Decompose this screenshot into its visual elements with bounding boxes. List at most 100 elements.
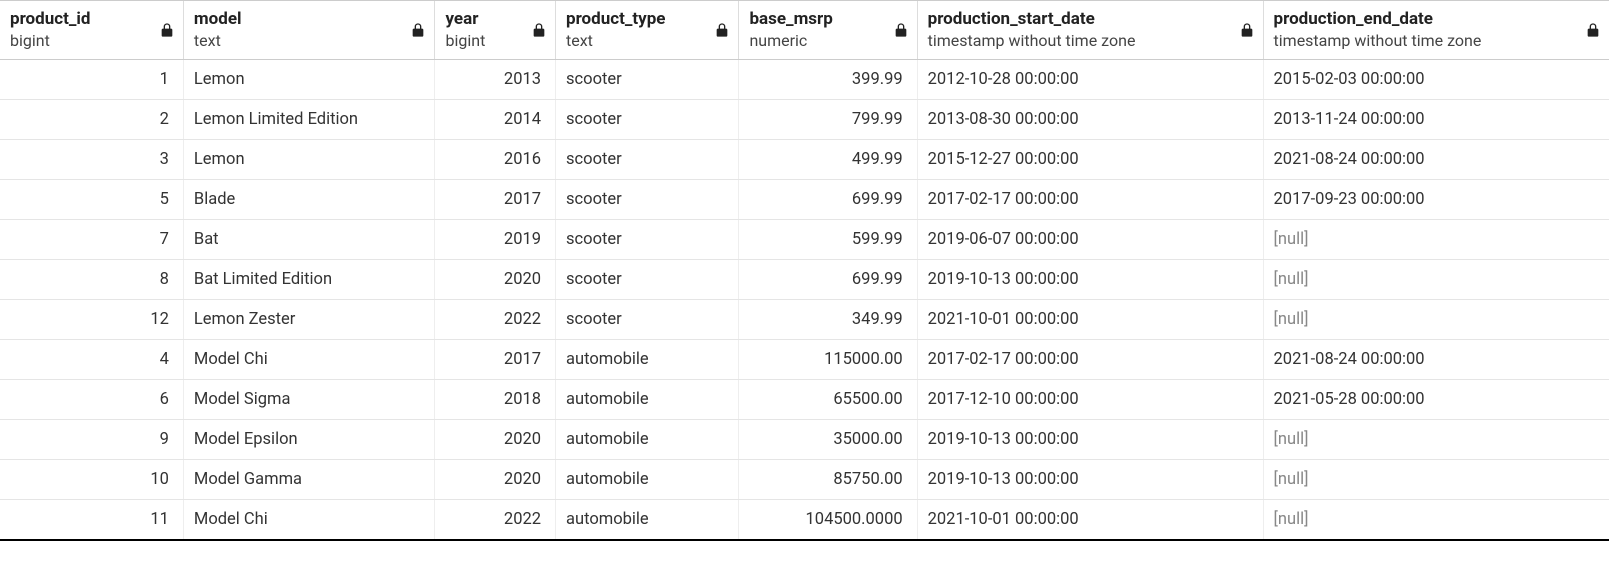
- cell-production_end_date[interactable]: 2013-11-24 00:00:00: [1263, 99, 1609, 139]
- cell-production_start_date[interactable]: 2019-10-13 00:00:00: [917, 419, 1263, 459]
- cell-model[interactable]: Blade: [183, 179, 435, 219]
- table-row[interactable]: 3Lemon2016scooter499.992015-12-27 00:00:…: [0, 139, 1609, 179]
- column-header-production_start_date[interactable]: production_start_datetimestamp without t…: [917, 1, 1263, 60]
- cell-production_end_date[interactable]: [null]: [1263, 299, 1609, 339]
- column-header-year[interactable]: yearbigint: [435, 1, 556, 60]
- cell-year[interactable]: 2013: [435, 59, 556, 99]
- cell-product_id[interactable]: 8: [0, 259, 183, 299]
- cell-production_end_date[interactable]: 2021-08-24 00:00:00: [1263, 339, 1609, 379]
- cell-product_type[interactable]: scooter: [556, 219, 739, 259]
- table-row[interactable]: 1Lemon2013scooter399.992012-10-28 00:00:…: [0, 59, 1609, 99]
- table-row[interactable]: 4Model Chi2017automobile115000.002017-02…: [0, 339, 1609, 379]
- table-row[interactable]: 2Lemon Limited Edition2014scooter799.992…: [0, 99, 1609, 139]
- cell-base_msrp[interactable]: 799.99: [739, 99, 917, 139]
- cell-base_msrp[interactable]: 499.99: [739, 139, 917, 179]
- cell-product_type[interactable]: scooter: [556, 59, 739, 99]
- cell-model[interactable]: Lemon Zester: [183, 299, 435, 339]
- cell-production_end_date[interactable]: 2021-08-24 00:00:00: [1263, 139, 1609, 179]
- cell-production_start_date[interactable]: 2019-10-13 00:00:00: [917, 259, 1263, 299]
- cell-year[interactable]: 2017: [435, 339, 556, 379]
- cell-production_end_date[interactable]: 2021-05-28 00:00:00: [1263, 379, 1609, 419]
- cell-product_type[interactable]: automobile: [556, 499, 739, 540]
- cell-production_start_date[interactable]: 2017-02-17 00:00:00: [917, 179, 1263, 219]
- cell-production_end_date[interactable]: [null]: [1263, 259, 1609, 299]
- cell-base_msrp[interactable]: 699.99: [739, 259, 917, 299]
- cell-model[interactable]: Model Gamma: [183, 459, 435, 499]
- cell-base_msrp[interactable]: 115000.00: [739, 339, 917, 379]
- table-row[interactable]: 6Model Sigma2018automobile65500.002017-1…: [0, 379, 1609, 419]
- cell-base_msrp[interactable]: 349.99: [739, 299, 917, 339]
- cell-production_start_date[interactable]: 2019-06-07 00:00:00: [917, 219, 1263, 259]
- table-row[interactable]: 10Model Gamma2020automobile85750.002019-…: [0, 459, 1609, 499]
- cell-product_id[interactable]: 12: [0, 299, 183, 339]
- cell-base_msrp[interactable]: 104500.0000: [739, 499, 917, 540]
- cell-model[interactable]: Model Sigma: [183, 379, 435, 419]
- cell-base_msrp[interactable]: 85750.00: [739, 459, 917, 499]
- cell-product_id[interactable]: 3: [0, 139, 183, 179]
- cell-product_id[interactable]: 7: [0, 219, 183, 259]
- cell-year[interactable]: 2019: [435, 219, 556, 259]
- cell-base_msrp[interactable]: 65500.00: [739, 379, 917, 419]
- cell-product_id[interactable]: 11: [0, 499, 183, 540]
- cell-model[interactable]: Lemon: [183, 59, 435, 99]
- cell-product_type[interactable]: scooter: [556, 259, 739, 299]
- cell-model[interactable]: Model Chi: [183, 499, 435, 540]
- cell-production_start_date[interactable]: 2019-10-13 00:00:00: [917, 459, 1263, 499]
- cell-product_type[interactable]: automobile: [556, 459, 739, 499]
- cell-product_type[interactable]: automobile: [556, 339, 739, 379]
- cell-product_type[interactable]: scooter: [556, 99, 739, 139]
- cell-production_end_date[interactable]: 2015-02-03 00:00:00: [1263, 59, 1609, 99]
- table-row[interactable]: 8Bat Limited Edition2020scooter699.99201…: [0, 259, 1609, 299]
- cell-year[interactable]: 2016: [435, 139, 556, 179]
- table-row[interactable]: 11Model Chi2022automobile104500.00002021…: [0, 499, 1609, 540]
- table-row[interactable]: 7Bat2019scooter599.992019-06-07 00:00:00…: [0, 219, 1609, 259]
- cell-product_type[interactable]: scooter: [556, 139, 739, 179]
- cell-production_start_date[interactable]: 2021-10-01 00:00:00: [917, 499, 1263, 540]
- cell-year[interactable]: 2014: [435, 99, 556, 139]
- cell-model[interactable]: Bat: [183, 219, 435, 259]
- cell-year[interactable]: 2017: [435, 179, 556, 219]
- cell-production_start_date[interactable]: 2017-12-10 00:00:00: [917, 379, 1263, 419]
- cell-base_msrp[interactable]: 599.99: [739, 219, 917, 259]
- table-row[interactable]: 9Model Epsilon2020automobile35000.002019…: [0, 419, 1609, 459]
- cell-product_type[interactable]: automobile: [556, 419, 739, 459]
- cell-product_id[interactable]: 4: [0, 339, 183, 379]
- cell-year[interactable]: 2020: [435, 259, 556, 299]
- cell-production_end_date[interactable]: 2017-09-23 00:00:00: [1263, 179, 1609, 219]
- cell-product_id[interactable]: 5: [0, 179, 183, 219]
- cell-model[interactable]: Lemon: [183, 139, 435, 179]
- cell-product_type[interactable]: automobile: [556, 379, 739, 419]
- cell-model[interactable]: Lemon Limited Edition: [183, 99, 435, 139]
- cell-production_end_date[interactable]: [null]: [1263, 459, 1609, 499]
- cell-production_start_date[interactable]: 2013-08-30 00:00:00: [917, 99, 1263, 139]
- cell-model[interactable]: Bat Limited Edition: [183, 259, 435, 299]
- cell-production_start_date[interactable]: 2015-12-27 00:00:00: [917, 139, 1263, 179]
- cell-production_end_date[interactable]: [null]: [1263, 419, 1609, 459]
- cell-production_end_date[interactable]: [null]: [1263, 499, 1609, 540]
- cell-production_start_date[interactable]: 2021-10-01 00:00:00: [917, 299, 1263, 339]
- cell-base_msrp[interactable]: 35000.00: [739, 419, 917, 459]
- cell-model[interactable]: Model Epsilon: [183, 419, 435, 459]
- column-header-production_end_date[interactable]: production_end_datetimestamp without tim…: [1263, 1, 1609, 60]
- column-header-product_type[interactable]: product_typetext: [556, 1, 739, 60]
- cell-product_type[interactable]: scooter: [556, 179, 739, 219]
- cell-year[interactable]: 2020: [435, 419, 556, 459]
- cell-production_end_date[interactable]: [null]: [1263, 219, 1609, 259]
- cell-model[interactable]: Model Chi: [183, 339, 435, 379]
- cell-year[interactable]: 2022: [435, 499, 556, 540]
- cell-production_start_date[interactable]: 2012-10-28 00:00:00: [917, 59, 1263, 99]
- cell-year[interactable]: 2022: [435, 299, 556, 339]
- cell-base_msrp[interactable]: 699.99: [739, 179, 917, 219]
- table-row[interactable]: 5Blade2017scooter699.992017-02-17 00:00:…: [0, 179, 1609, 219]
- cell-product_type[interactable]: scooter: [556, 299, 739, 339]
- cell-base_msrp[interactable]: 399.99: [739, 59, 917, 99]
- cell-year[interactable]: 2020: [435, 459, 556, 499]
- cell-product_id[interactable]: 9: [0, 419, 183, 459]
- cell-product_id[interactable]: 6: [0, 379, 183, 419]
- column-header-product_id[interactable]: product_idbigint: [0, 1, 183, 60]
- cell-production_start_date[interactable]: 2017-02-17 00:00:00: [917, 339, 1263, 379]
- table-row[interactable]: 12Lemon Zester2022scooter349.992021-10-0…: [0, 299, 1609, 339]
- cell-year[interactable]: 2018: [435, 379, 556, 419]
- cell-product_id[interactable]: 1: [0, 59, 183, 99]
- column-header-base_msrp[interactable]: base_msrpnumeric: [739, 1, 917, 60]
